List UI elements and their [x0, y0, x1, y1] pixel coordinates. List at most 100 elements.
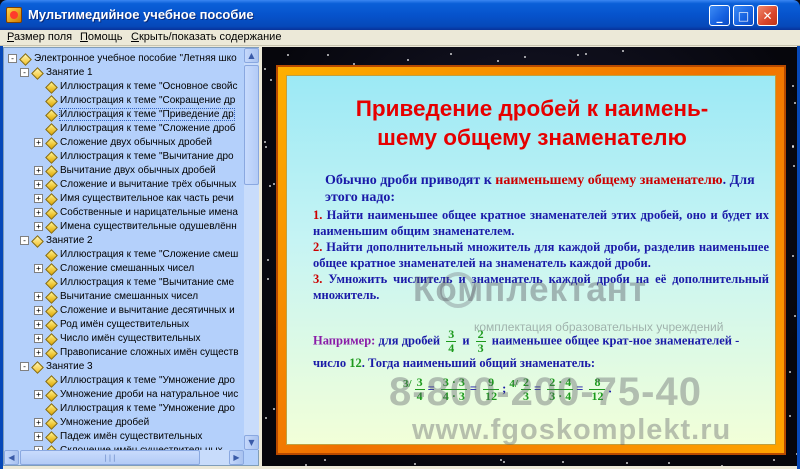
menu-toggle-contents[interactable]: Скрыть/показать содержание	[131, 31, 281, 43]
expand-icon[interactable]: +	[34, 165, 43, 175]
tree-item[interactable]: + Умножение дробей	[34, 415, 149, 429]
expand-icon[interactable]: +	[34, 319, 43, 329]
star-decoration	[264, 67, 267, 70]
star-decoration	[793, 315, 796, 318]
menu-help[interactable]: Помощь	[80, 31, 123, 43]
topic-icon	[46, 166, 55, 175]
minimize-button[interactable]: _	[709, 5, 730, 26]
tree-item[interactable]: Иллюстрация к теме "Сложение дроб	[34, 121, 236, 135]
collapse-icon[interactable]: -	[20, 361, 29, 371]
tree-item[interactable]: + Имена существительные одушевлённ	[34, 219, 237, 233]
tree-item[interactable]: + Падеж имён существительных	[34, 429, 202, 443]
expand-icon[interactable]: +	[34, 179, 43, 189]
step-3: 3. Умножить числитель и знаменатель кажд…	[313, 271, 769, 303]
expand-icon[interactable]: +	[34, 137, 43, 147]
topic-icon	[46, 250, 55, 259]
tree-item[interactable]: Иллюстрация к теме "Умножение дро	[34, 401, 235, 415]
slide-intro: Обычно дроби приводят к наименьшему обще…	[325, 172, 765, 206]
topic-icon	[46, 96, 55, 105]
tree-item-label: Вычитание двух обычных дробей	[60, 164, 216, 176]
fraction: 34	[414, 375, 425, 403]
star-decoration	[524, 55, 527, 58]
star-decoration	[721, 464, 724, 466]
expand-icon[interactable]: +	[34, 389, 43, 399]
star-decoration	[304, 464, 307, 466]
topic-icon	[46, 418, 55, 427]
expand-icon[interactable]: +	[34, 431, 43, 441]
tree-item[interactable]: + Собственные и нарицательные имена	[34, 205, 238, 219]
tree-item[interactable]: Иллюстрация к теме "Вычитание сме	[34, 275, 234, 289]
expand-icon[interactable]: +	[34, 305, 43, 315]
step-number: 2.	[313, 240, 323, 254]
expand-icon[interactable]: +	[34, 263, 43, 273]
tree-item-label: Иллюстрация к теме "Сложение дроб	[60, 122, 236, 134]
tree-item[interactable]: + Сложение смешанных чисел	[34, 261, 194, 275]
tree-item[interactable]: + Правописание сложных имён существ	[34, 345, 239, 359]
topic-icon	[46, 404, 55, 413]
steps-list: 1. Найти наименьшее общее кратное знамен…	[313, 207, 769, 303]
example-block: Например: для дробей 34 и 23 наименьшее …	[313, 328, 769, 403]
hscroll-thumb[interactable]: |||	[20, 450, 200, 465]
contents-tree[interactable]: - Электронное учебное пособие "Летняя шко…	[3, 47, 259, 466]
step-text: Умножить числитель и знаменатель каждой …	[313, 272, 769, 302]
tree-item[interactable]: + Вычитание смешанных чисел	[34, 289, 198, 303]
fraction: 34	[446, 327, 457, 355]
menu-field-size[interactable]: Размер поля	[7, 31, 72, 43]
star-decoration	[789, 370, 792, 373]
tree-item[interactable]: + Сложение и вычитание десятичных и	[34, 303, 235, 317]
scroll-down-button[interactable]: ▼	[244, 435, 259, 450]
maximize-button[interactable]: □	[733, 5, 754, 26]
star-decoration	[269, 79, 272, 82]
step-text: Найти дополнительный множитель для каждо…	[313, 240, 769, 270]
star-decoration	[668, 462, 670, 465]
tree-item-label: Падеж имён существительных	[60, 430, 203, 442]
scroll-right-button[interactable]: ▶	[229, 450, 244, 465]
scroll-up-button[interactable]: ▲	[244, 48, 259, 63]
tree-item[interactable]: - Электронное учебное пособие "Летняя шко	[8, 51, 237, 65]
example-lcm: 12	[349, 356, 362, 370]
scroll-left-button[interactable]: ◀	[4, 450, 19, 465]
tree-item[interactable]: Иллюстрация к теме "Сложение смеш	[34, 247, 238, 261]
star-decoration	[414, 463, 417, 466]
topic-icon	[46, 208, 55, 217]
scroll-thumb[interactable]	[244, 65, 259, 185]
collapse-icon[interactable]: -	[8, 53, 17, 63]
tree-item[interactable]: + Сложение двух обычных дробей	[34, 135, 212, 149]
tree-item[interactable]: + Умножение дроби на натуральное чис	[34, 387, 238, 401]
topic-icon	[46, 320, 55, 329]
tree-item[interactable]: + Вычитание двух обычных дробей	[34, 163, 216, 177]
star-decoration	[287, 53, 290, 56]
tree-item[interactable]: Иллюстрация к теме "Основное свойс	[34, 79, 237, 93]
expand-icon[interactable]: +	[34, 221, 43, 231]
example-post: . Тогда наименьший общий знаменатель:	[361, 356, 596, 370]
step-2: 2. Найти дополнительный множитель для ка…	[313, 239, 769, 271]
expand-icon[interactable]: +	[34, 333, 43, 343]
topic-icon	[32, 236, 41, 245]
close-button[interactable]: ✕	[757, 5, 778, 26]
topic-icon	[46, 110, 55, 119]
tree-item[interactable]: + Род имён существительных	[34, 317, 189, 331]
tree-item[interactable]: + Число имён существительных	[34, 331, 200, 345]
tree-item[interactable]: + Имя существительное как часть речи	[34, 191, 234, 205]
tree-item-label: Сложение и вычитание трёх обычных	[60, 178, 237, 190]
tree-item[interactable]: Иллюстрация к теме "Умножение дро	[34, 373, 235, 387]
expand-icon[interactable]: +	[34, 291, 43, 301]
tree-item[interactable]: Иллюстрация к теме "Приведение др	[34, 107, 235, 121]
tree-item[interactable]: - Занятие 2	[20, 233, 93, 247]
horizontal-scrollbar[interactable]: ◀ ||| ▶	[4, 450, 244, 465]
expand-icon[interactable]: +	[34, 193, 43, 203]
tree-item-label: Занятие 2	[46, 234, 93, 246]
collapse-icon[interactable]: -	[20, 235, 29, 245]
tree-item[interactable]: + Сложение и вычитание трёх обычных	[34, 177, 236, 191]
expand-icon[interactable]: +	[34, 417, 43, 427]
tree-item[interactable]: Иллюстрация к теме "Вычитание дро	[34, 149, 234, 163]
expand-icon[interactable]: +	[34, 347, 43, 357]
tree-item[interactable]: Иллюстрация к теме "Сокращение др	[34, 93, 235, 107]
tree-item[interactable]: - Занятие 1	[20, 65, 93, 79]
tree-item-label: Занятие 3	[46, 360, 93, 372]
vertical-scrollbar[interactable]: ▲ ▼	[244, 48, 259, 450]
expand-icon[interactable]: +	[34, 207, 43, 217]
collapse-icon[interactable]: -	[20, 67, 29, 77]
tree-item-label: Иллюстрация к теме "Основное свойс	[60, 80, 238, 92]
tree-item[interactable]: - Занятие 3	[20, 359, 93, 373]
